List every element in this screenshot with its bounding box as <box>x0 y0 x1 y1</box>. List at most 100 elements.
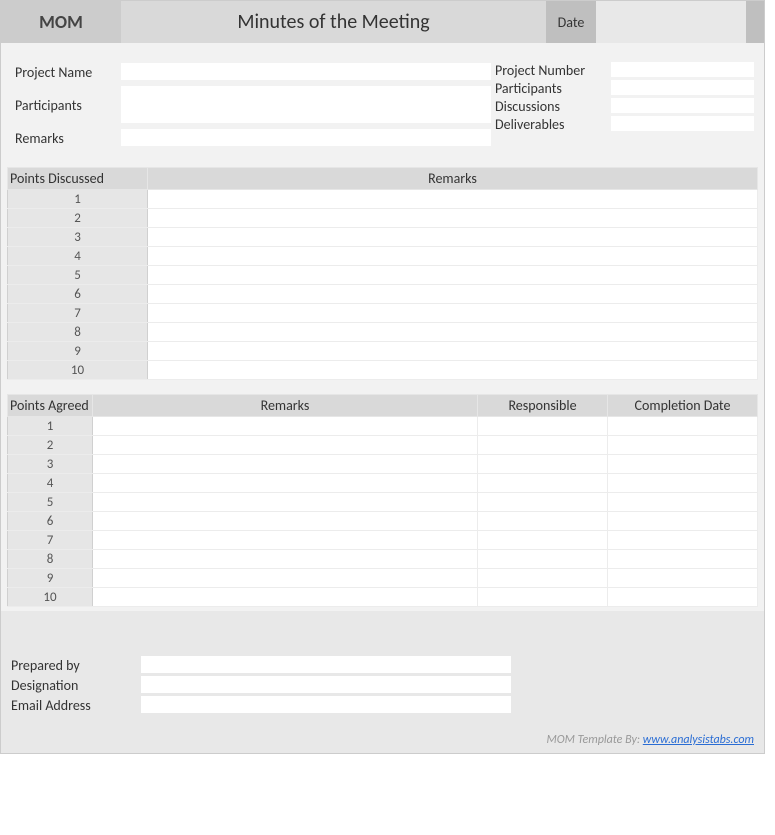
row-number: 1 <box>8 190 148 209</box>
deliverables-label: Deliverables <box>491 116 611 133</box>
row-remarks[interactable] <box>148 323 758 342</box>
table-row: 2 <box>8 209 758 228</box>
date-label: Date <box>546 1 596 43</box>
page-title: Minutes of the Meeting <box>121 1 546 43</box>
col-responsible: Responsible <box>478 395 608 417</box>
row-responsible[interactable] <box>478 474 608 493</box>
designation-field[interactable] <box>141 676 511 694</box>
row-number: 3 <box>8 455 93 474</box>
project-name-label: Project Name <box>11 64 121 81</box>
discussions-field[interactable] <box>611 98 754 114</box>
table-row: 4 <box>8 474 758 493</box>
row-responsible[interactable] <box>478 569 608 588</box>
row-completion[interactable] <box>608 550 758 569</box>
info-left: Project Name Participants Remarks <box>11 61 491 149</box>
row-number: 9 <box>8 342 148 361</box>
col-remarks-discussed: Remarks <box>148 168 758 190</box>
prepared-block: Prepared by Designation Email Address <box>1 651 764 731</box>
row-number: 6 <box>8 285 148 304</box>
credit-link[interactable]: www.analysistabs.com <box>643 733 754 747</box>
table-row: 6 <box>8 285 758 304</box>
row-completion[interactable] <box>608 417 758 436</box>
row-remarks[interactable] <box>93 588 478 607</box>
row-completion[interactable] <box>608 455 758 474</box>
prepared-by-field[interactable] <box>141 656 511 674</box>
row-responsible[interactable] <box>478 417 608 436</box>
row-remarks[interactable] <box>93 455 478 474</box>
row-remarks[interactable] <box>93 531 478 550</box>
email-field[interactable] <box>141 696 511 714</box>
table-row: 8 <box>8 550 758 569</box>
row-completion[interactable] <box>608 493 758 512</box>
table-row: 10 <box>8 361 758 380</box>
row-responsible[interactable] <box>478 493 608 512</box>
row-remarks[interactable] <box>93 474 478 493</box>
points-agreed-section: Points Agreed Remarks Responsible Comple… <box>1 384 764 611</box>
participants-field[interactable] <box>121 86 491 124</box>
row-completion[interactable] <box>608 436 758 455</box>
row-number: 7 <box>8 531 93 550</box>
row-number: 1 <box>8 417 93 436</box>
row-remarks[interactable] <box>148 304 758 323</box>
table-row: 3 <box>8 455 758 474</box>
row-number: 9 <box>8 569 93 588</box>
row-remarks[interactable] <box>148 247 758 266</box>
discussions-label: Discussions <box>491 98 611 115</box>
project-name-field[interactable] <box>121 63 491 81</box>
participants-label: Participants <box>11 97 121 114</box>
row-remarks[interactable] <box>93 417 478 436</box>
row-remarks[interactable] <box>148 228 758 247</box>
header-tail <box>746 1 764 43</box>
mom-badge: MOM <box>1 1 121 43</box>
row-completion[interactable] <box>608 512 758 531</box>
project-number-field[interactable] <box>611 62 754 78</box>
row-completion[interactable] <box>608 569 758 588</box>
table-row: 2 <box>8 436 758 455</box>
remarks-label: Remarks <box>11 130 121 147</box>
row-responsible[interactable] <box>478 531 608 550</box>
table-row: 1 <box>8 417 758 436</box>
table-row: 4 <box>8 247 758 266</box>
row-remarks[interactable] <box>148 190 758 209</box>
row-responsible[interactable] <box>478 588 608 607</box>
col-completion-date: Completion Date <box>608 395 758 417</box>
row-responsible[interactable] <box>478 512 608 531</box>
participants-count-field[interactable] <box>611 80 754 96</box>
row-responsible[interactable] <box>478 436 608 455</box>
row-remarks[interactable] <box>93 550 478 569</box>
row-remarks[interactable] <box>93 493 478 512</box>
row-remarks[interactable] <box>93 436 478 455</box>
table-row: 8 <box>8 323 758 342</box>
row-responsible[interactable] <box>478 550 608 569</box>
project-number-label: Project Number <box>491 62 611 79</box>
row-responsible[interactable] <box>478 455 608 474</box>
info-right: Project Number Participants Discussions … <box>491 61 754 149</box>
row-number: 3 <box>8 228 148 247</box>
participants-count-label: Participants <box>491 80 611 97</box>
row-remarks[interactable] <box>148 285 758 304</box>
table-row: 3 <box>8 228 758 247</box>
row-remarks[interactable] <box>93 569 478 588</box>
row-remarks[interactable] <box>93 512 478 531</box>
row-remarks[interactable] <box>148 266 758 285</box>
points-discussed-table: Points Discussed Remarks 12345678910 <box>7 167 758 380</box>
row-completion[interactable] <box>608 531 758 550</box>
deliverables-field[interactable] <box>611 116 754 132</box>
table-row: 5 <box>8 493 758 512</box>
email-label: Email Address <box>11 697 141 714</box>
footer-spacer <box>1 611 764 651</box>
credit-line: MOM Template By: www.analysistabs.com <box>1 731 764 753</box>
row-number: 10 <box>8 361 148 380</box>
row-completion[interactable] <box>608 474 758 493</box>
date-input[interactable] <box>596 1 746 43</box>
row-number: 6 <box>8 512 93 531</box>
table-row: 10 <box>8 588 758 607</box>
row-completion[interactable] <box>608 588 758 607</box>
credit-prefix: MOM Template By: <box>547 733 643 747</box>
col-remarks-agreed: Remarks <box>93 395 478 417</box>
points-discussed-section: Points Discussed Remarks 12345678910 <box>1 157 764 384</box>
row-remarks[interactable] <box>148 209 758 228</box>
remarks-field[interactable] <box>121 129 491 147</box>
row-remarks[interactable] <box>148 361 758 380</box>
row-remarks[interactable] <box>148 342 758 361</box>
